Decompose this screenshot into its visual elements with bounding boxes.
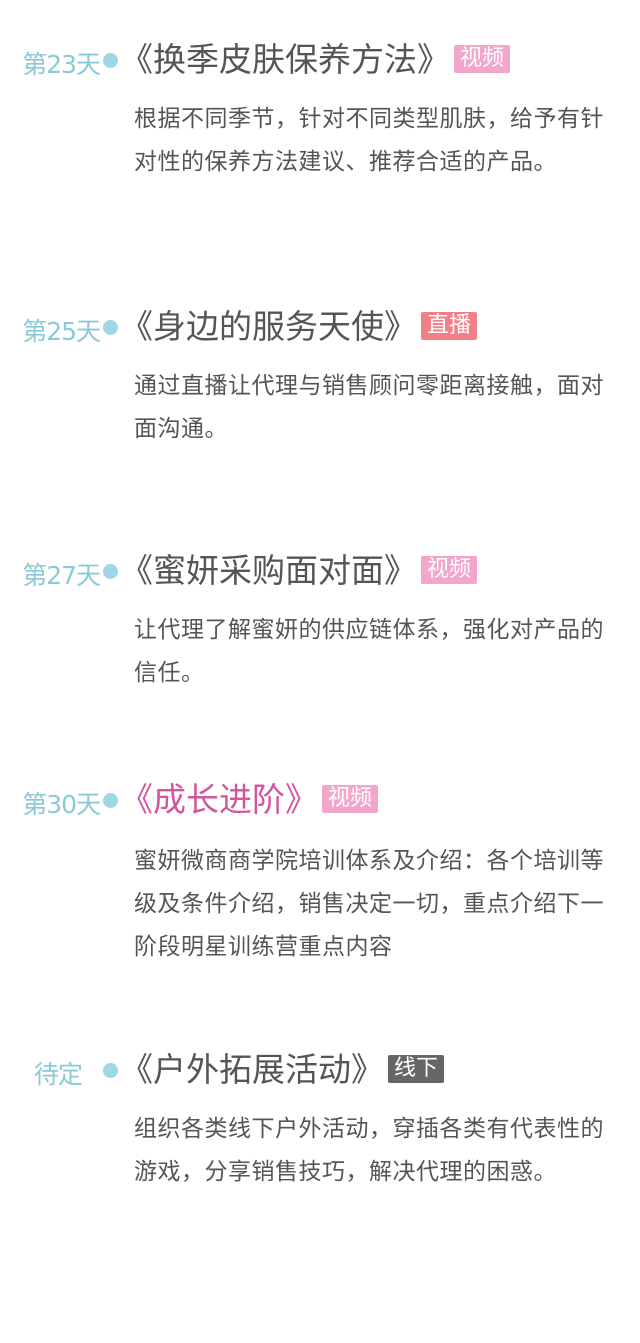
entry-description: 让代理了解蜜妍的供应链体系，强化对产品的信任。 [134,617,604,686]
video-badge: 视频 [454,44,511,73]
timeline-dot-icon [103,53,118,68]
live-badge: 直播 [421,311,478,340]
entry-description: 通过直播让代理与销售顾问零距离接触，面对面沟通。 [134,373,604,442]
day-label: 待定 [33,1060,83,1089]
entry-title: 《成长进阶》 视频 [120,780,379,820]
entry-title-text: 《换季皮肤保养方法》 [120,40,450,79]
timeline-dot-icon [103,564,118,579]
video-badge: 视频 [322,784,379,813]
entry-title-text: 《户外拓展活动》 [120,1050,384,1089]
day-label: 第30天 [22,790,101,819]
timeline-dot-icon [103,320,118,335]
day-label: 第23天 [22,50,101,79]
day-label: 第27天 [22,561,101,590]
video-badge: 视频 [421,555,478,584]
entry-title: 《换季皮肤保养方法》 视频 [120,40,511,80]
entry-title: 《身边的服务天使》 直播 [120,307,478,347]
entry-description: 根据不同季节，针对不同类型肌肤，给予有针对性的保养方法建议、推荐合适的产品。 [134,106,604,175]
day-label: 第25天 [22,317,101,346]
entry-title-text: 《成长进阶》 [120,780,318,819]
offline-badge: 线下 [388,1054,445,1083]
timeline-dot-icon [103,793,118,808]
entry-title: 《户外拓展活动》 线下 [120,1050,445,1090]
entry-description: 组织各类线下户外活动，穿插各类有代表性的游戏，分享销售技巧，解决代理的困惑。 [134,1116,604,1185]
entry-description: 蜜妍微商商学院培训体系及介绍：各个培训等级及条件介绍，销售决定一切，重点介绍下一… [134,848,604,960]
entry-title-text: 《身边的服务天使》 [120,307,417,346]
entry-title-text: 《蜜妍采购面对面》 [120,551,417,590]
timeline-dot-icon [103,1063,118,1078]
entry-title: 《蜜妍采购面对面》 视频 [120,551,478,591]
